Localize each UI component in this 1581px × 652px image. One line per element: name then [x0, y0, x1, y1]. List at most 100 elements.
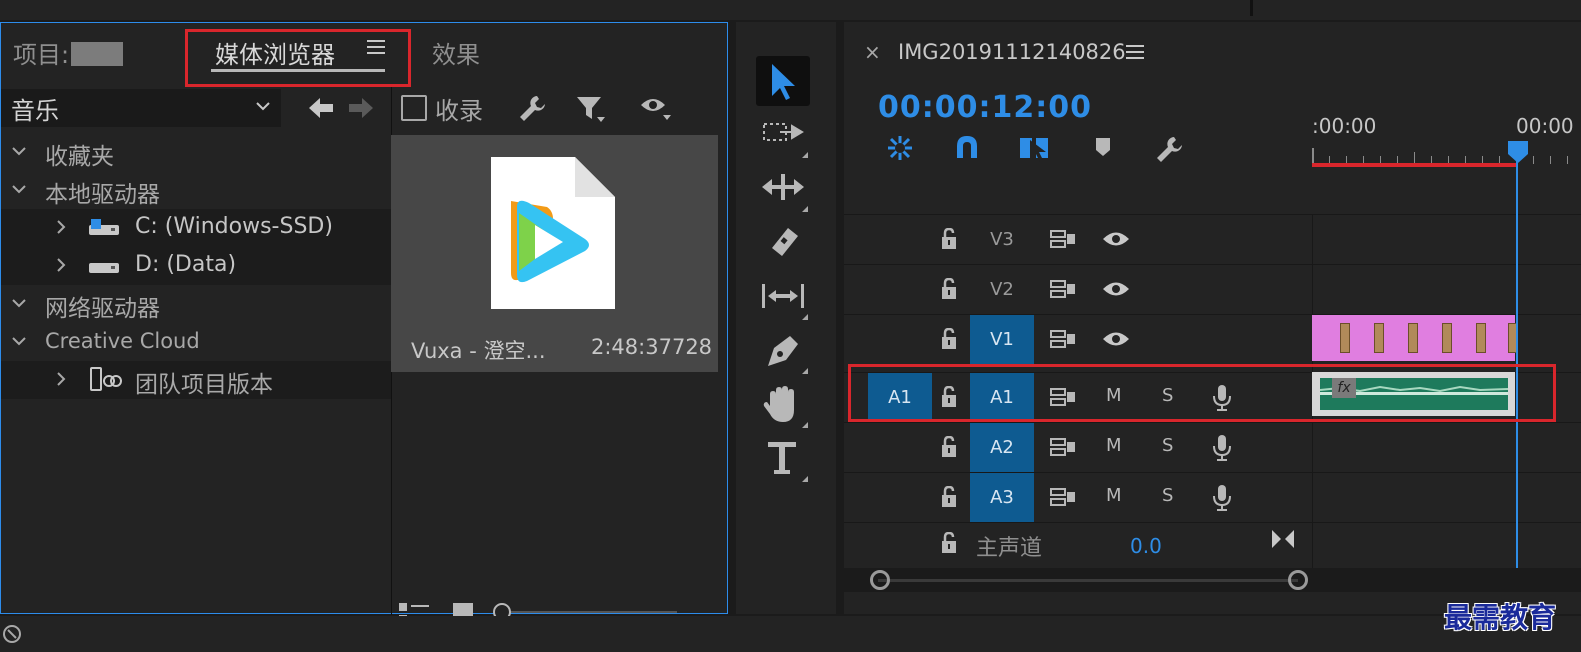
- mute-button[interactable]: M: [1106, 485, 1122, 506]
- clip-frame-marker: [1476, 323, 1486, 353]
- location-select[interactable]: 音乐: [1, 89, 281, 127]
- fit-to-track-icon[interactable]: [1270, 528, 1296, 550]
- add-marker-icon[interactable]: [1094, 134, 1112, 160]
- snap-magnet-icon[interactable]: [954, 134, 980, 162]
- video-clip[interactable]: [1312, 315, 1518, 361]
- track-row-a2: A2 M S: [844, 422, 1581, 472]
- close-sequence-icon[interactable]: ×: [864, 40, 881, 64]
- tool-flyout-indicator: [802, 152, 808, 158]
- sync-lock-icon[interactable]: [1050, 279, 1076, 299]
- ruler-time-label: 00:00: [1516, 114, 1574, 138]
- lock-icon[interactable]: [940, 278, 958, 300]
- eye-icon[interactable]: [1102, 280, 1130, 298]
- chevron-right-icon[interactable]: [55, 257, 67, 273]
- track-target-v3[interactable]: V3: [970, 215, 1034, 264]
- track-row-v2: V2: [844, 264, 1581, 314]
- media-item-duration: 2:48:37728: [591, 335, 713, 359]
- lock-icon[interactable]: [940, 486, 958, 508]
- tree-item-team-project[interactable]: 团队项目版本: [1, 361, 391, 399]
- track-target-v1[interactable]: V1: [970, 315, 1034, 364]
- sync-lock-icon[interactable]: [1050, 437, 1076, 457]
- favorite-checkbox[interactable]: [401, 95, 427, 121]
- timeline-settings-wrench-icon[interactable]: [1154, 134, 1184, 164]
- tree-item-drive-c[interactable]: C: (Windows-SSD): [1, 209, 391, 247]
- timeline-zoom-scrollbar[interactable]: [844, 568, 1581, 592]
- chevron-right-icon[interactable]: [55, 371, 67, 387]
- tab-effects[interactable]: 效果: [432, 35, 480, 70]
- track-row-v3: V3: [844, 214, 1581, 264]
- tree-item-label: 本地驱动器: [45, 182, 160, 208]
- sync-lock-icon[interactable]: [1050, 487, 1076, 507]
- wrench-icon[interactable]: [517, 93, 547, 123]
- redacted-project-name: [71, 42, 124, 66]
- project-panel: 项目: 媒体浏览器 效果 音乐 收录 收藏夹 本地驱动器 C: (Windows…: [0, 22, 728, 623]
- pen-tool[interactable]: [756, 326, 810, 376]
- lock-icon[interactable]: [940, 228, 958, 250]
- chevron-right-icon[interactable]: [55, 219, 67, 235]
- chevron-down-icon[interactable]: [11, 183, 27, 195]
- razor-tool[interactable]: [756, 218, 810, 268]
- master-track-label: 主声道: [976, 536, 1043, 561]
- microphone-icon[interactable]: [1212, 434, 1232, 462]
- chevron-down-icon[interactable]: [11, 297, 27, 309]
- highlight-box-media-tab: [185, 29, 411, 87]
- track-target-a3[interactable]: A3: [970, 473, 1034, 522]
- tree-item-network-drives[interactable]: 网络驱动器: [1, 285, 391, 323]
- sync-lock-icon[interactable]: [1050, 329, 1076, 349]
- solo-button[interactable]: S: [1162, 485, 1173, 506]
- eye-icon[interactable]: [639, 95, 673, 123]
- sync-lock-icon[interactable]: [1050, 229, 1076, 249]
- tree-item-label: C: (Windows-SSD): [135, 214, 333, 239]
- work-area-bar[interactable]: [1312, 163, 1518, 167]
- chevron-down-icon[interactable]: [11, 335, 27, 347]
- track-target-v2[interactable]: V2: [970, 265, 1034, 314]
- history-icon[interactable]: [2, 624, 22, 644]
- chevron-down-icon[interactable]: [11, 145, 27, 157]
- lock-icon[interactable]: [940, 532, 958, 554]
- mute-button[interactable]: M: [1106, 435, 1122, 456]
- folder-tree: 收藏夹 本地驱动器 C: (Windows-SSD) D: (Data) 网络驱…: [1, 133, 391, 399]
- toolbar-divider: [391, 87, 392, 131]
- tab-project[interactable]: 项目:: [13, 35, 124, 70]
- media-browser-toolbar: 音乐 收录: [1, 87, 727, 131]
- master-volume-value[interactable]: 0.0: [1130, 534, 1162, 558]
- playhead-handle[interactable]: [1507, 140, 1529, 164]
- linked-selection-icon[interactable]: [1018, 134, 1050, 162]
- slider-track: [509, 611, 677, 613]
- eye-icon[interactable]: [1102, 330, 1130, 348]
- lock-icon[interactable]: [940, 436, 958, 458]
- filter-icon[interactable]: [575, 93, 607, 125]
- hand-tool[interactable]: [756, 380, 810, 430]
- forward-arrow-icon[interactable]: [347, 95, 375, 121]
- scrollbar-handle-left[interactable]: [870, 570, 890, 590]
- sequence-tab-title[interactable]: IMG20191112140826: [898, 40, 1126, 64]
- tree-item-drive-d[interactable]: D: (Data): [1, 247, 391, 285]
- hard-drive-icon: [89, 257, 119, 277]
- scrollbar-handle-right[interactable]: [1288, 570, 1308, 590]
- tree-item-label: 团队项目版本: [135, 372, 273, 398]
- team-project-icon: [89, 367, 123, 393]
- ripple-edit-tool[interactable]: [756, 164, 810, 214]
- tree-item-label: 收藏夹: [45, 144, 114, 170]
- tree-item-label: Creative Cloud: [45, 329, 200, 353]
- clip-frame-marker: [1442, 323, 1452, 353]
- lock-icon[interactable]: [940, 328, 958, 350]
- tree-item-creative-cloud[interactable]: Creative Cloud: [1, 323, 391, 361]
- tree-item-local-drives[interactable]: 本地驱动器: [1, 171, 391, 209]
- solo-button[interactable]: S: [1162, 435, 1173, 456]
- back-arrow-icon[interactable]: [307, 95, 335, 121]
- eye-icon[interactable]: [1102, 230, 1130, 248]
- panel-menu-icon[interactable]: [1126, 44, 1144, 60]
- nest-toggle-icon[interactable]: [884, 134, 916, 162]
- type-tool[interactable]: [756, 434, 810, 484]
- track-select-tool[interactable]: [756, 110, 810, 160]
- tree-item-favorites[interactable]: 收藏夹: [1, 133, 391, 171]
- slip-tool[interactable]: [756, 272, 810, 322]
- selection-tool[interactable]: [756, 56, 810, 106]
- microphone-icon[interactable]: [1212, 484, 1232, 512]
- playhead-line[interactable]: [1516, 150, 1518, 568]
- media-item-name: Vuxa - 澄空...: [411, 339, 546, 363]
- track-target-a2[interactable]: A2: [970, 423, 1034, 472]
- playhead-timecode[interactable]: 00:00:12:00: [878, 90, 1092, 125]
- media-thumbnail[interactable]: Vuxa - 澄空... 2:48:37728: [391, 135, 718, 372]
